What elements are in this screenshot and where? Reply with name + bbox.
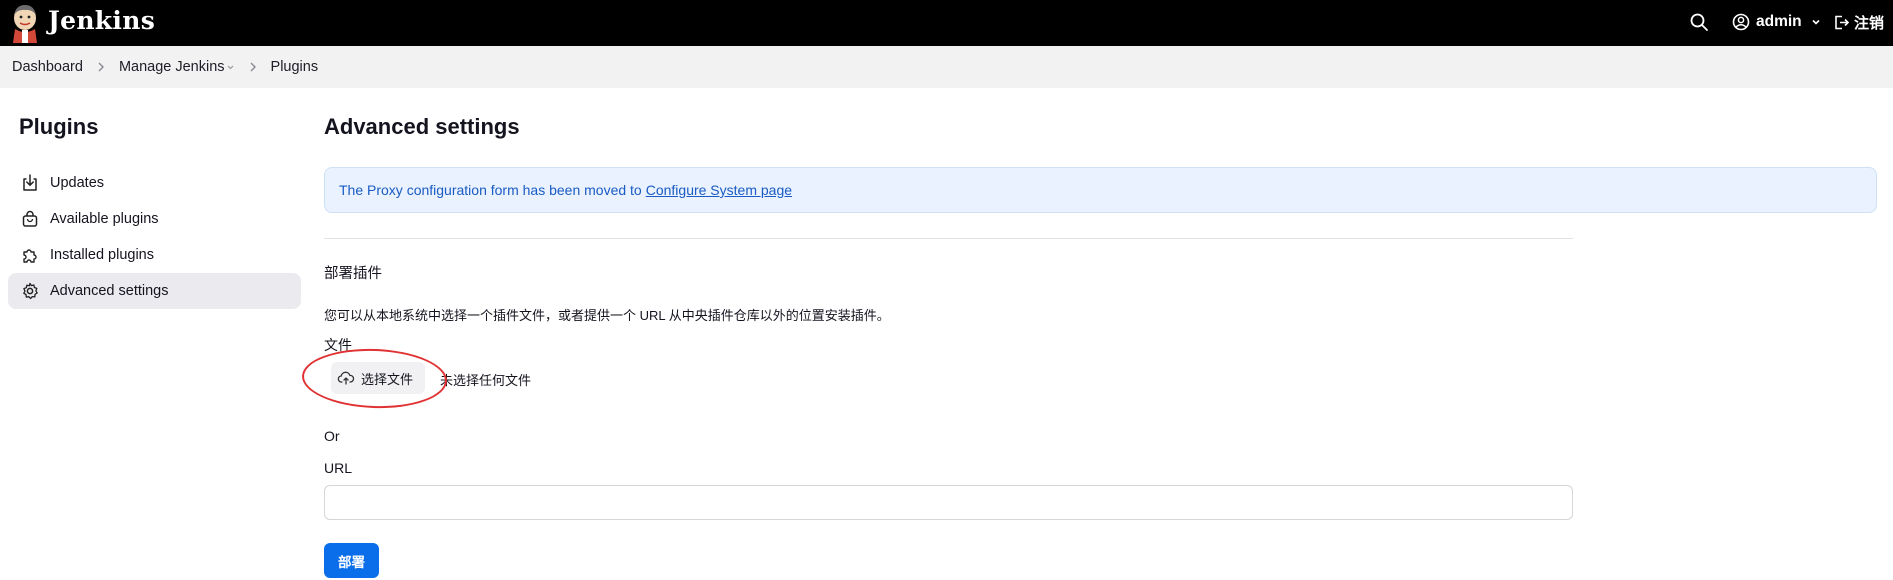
- breadcrumb: Dashboard Manage Jenkins Plugins: [0, 46, 1893, 88]
- gear-icon: [20, 281, 40, 301]
- chevron-right-icon: [248, 61, 258, 73]
- configure-system-link[interactable]: Configure System page: [646, 182, 792, 198]
- logout-icon: [1833, 14, 1850, 31]
- breadcrumb-plugins[interactable]: Plugins: [271, 59, 319, 75]
- file-status: 未选择任何文件: [440, 373, 532, 388]
- user-circle-icon: [1732, 13, 1750, 31]
- user-menu[interactable]: admin: [1732, 10, 1822, 34]
- sidebar-title: Plugins: [19, 114, 99, 139]
- chevron-right-icon: [96, 61, 106, 73]
- sidebar-item-advanced-settings[interactable]: Advanced settings: [8, 273, 301, 309]
- notice-text: The Proxy configuration form has been mo…: [339, 182, 642, 198]
- cloud-upload-icon: [337, 369, 355, 387]
- chevron-down-icon: [1810, 16, 1822, 28]
- chevron-down-icon[interactable]: [226, 63, 235, 72]
- puzzle-icon: [20, 245, 40, 265]
- sidebar-item-available-plugins[interactable]: Available plugins: [8, 201, 301, 237]
- choose-file-button[interactable]: 选择文件: [331, 362, 425, 394]
- deploy-button[interactable]: 部署: [324, 543, 379, 578]
- deploy-plugin-description: 您可以从本地系统中选择一个插件文件，或者提供一个 URL 从中央插件仓库以外的位…: [324, 308, 890, 323]
- sidebar-item-label: Available plugins: [50, 211, 159, 227]
- proxy-notice: The Proxy configuration form has been mo…: [324, 167, 1877, 213]
- deploy-plugin-heading: 部署插件: [324, 266, 382, 282]
- breadcrumb-dashboard[interactable]: Dashboard: [12, 59, 83, 75]
- sidebar-item-label: Updates: [50, 175, 105, 191]
- or-label: Or: [324, 428, 340, 444]
- jenkins-logo[interactable]: [10, 3, 40, 43]
- shopping-bag-icon: [20, 209, 40, 229]
- choose-file-label: 选择文件: [361, 371, 414, 387]
- user-name: admin: [1756, 13, 1802, 30]
- search-icon[interactable]: [1688, 11, 1710, 33]
- file-label: 文件: [324, 337, 352, 353]
- jenkins-logo-icon: [10, 3, 40, 43]
- download-icon: [20, 173, 40, 193]
- logout-button[interactable]: 注销: [1833, 10, 1884, 34]
- url-input[interactable]: [324, 485, 1573, 520]
- section-divider: [324, 238, 1573, 239]
- page-title: Advanced settings: [324, 114, 520, 139]
- breadcrumb-manage-jenkins[interactable]: Manage Jenkins: [119, 59, 225, 75]
- app-title[interactable]: Jenkins: [48, 6, 155, 35]
- sidebar-item-label: Advanced settings: [50, 283, 169, 299]
- logout-label: 注销: [1854, 14, 1885, 32]
- sidebar-item-updates[interactable]: Updates: [8, 165, 301, 201]
- sidebar-item-installed-plugins[interactable]: Installed plugins: [8, 237, 301, 273]
- url-label: URL: [324, 460, 353, 476]
- sidebar-item-label: Installed plugins: [50, 247, 154, 263]
- top-header: Jenkins admin 注销: [0, 0, 1893, 46]
